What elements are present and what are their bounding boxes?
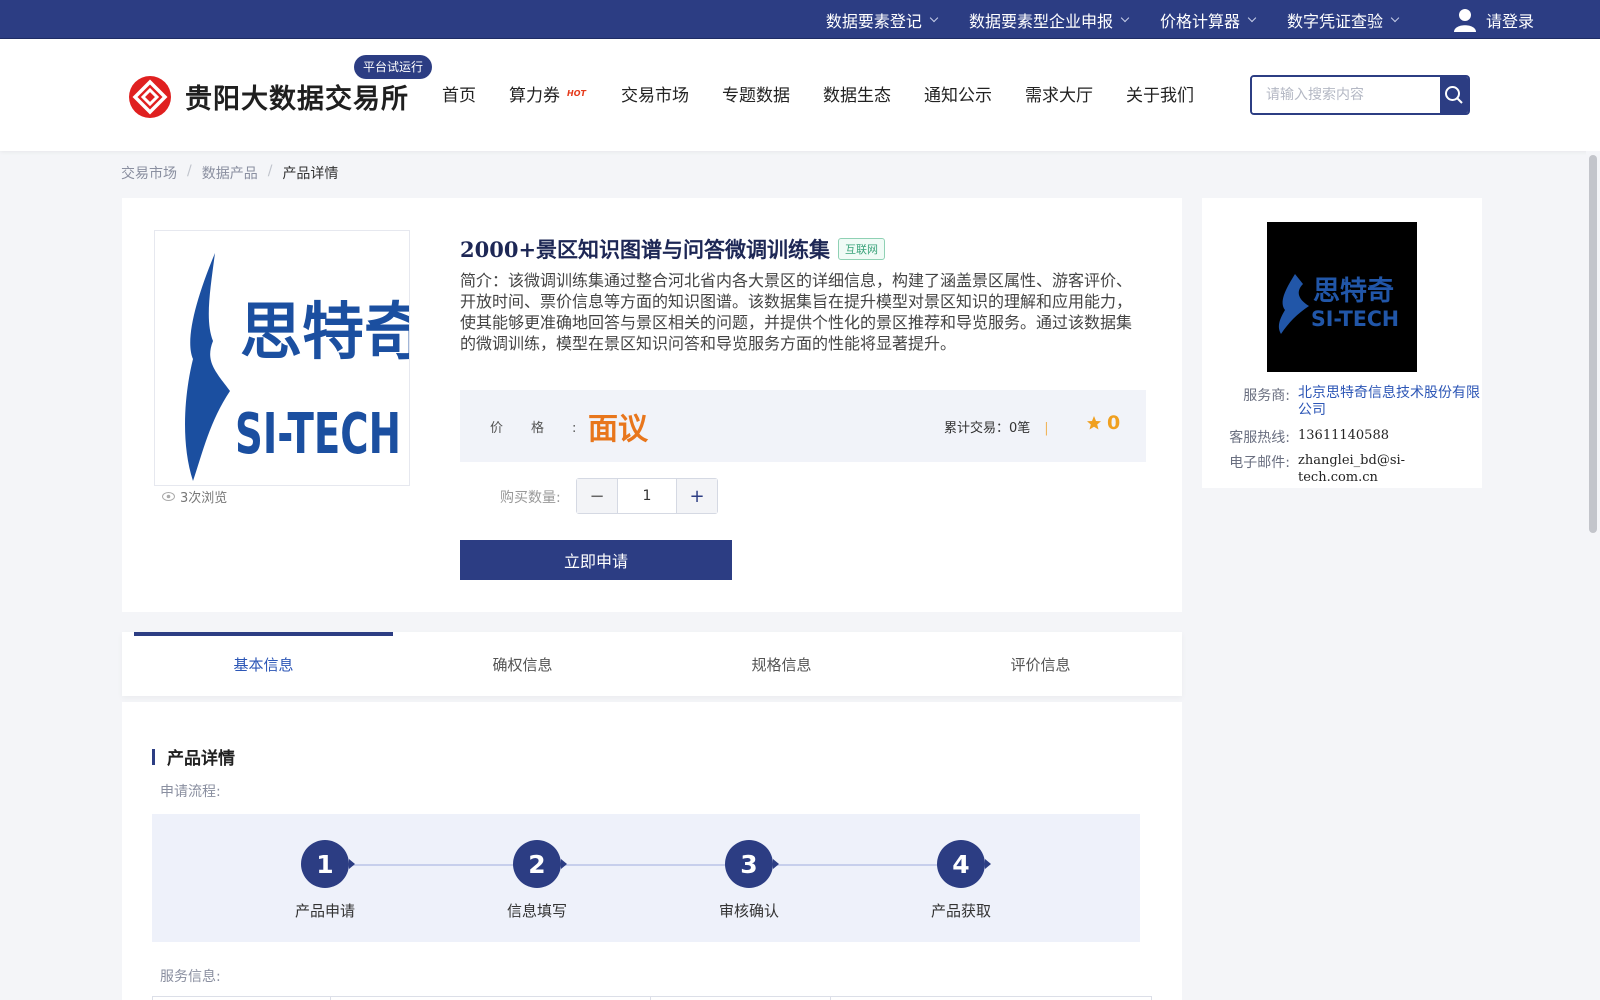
chevron-down-icon	[1120, 13, 1130, 22]
product-details: 产品详情 申请流程: 1 产品申请 2 信息填写 3 审核确认 4 产品获取 服…	[122, 702, 1182, 1000]
top-bar: 数据要素登记 数据要素型企业申报 价格计算器 数字凭证查验 请登录	[0, 0, 1600, 39]
view-count: 3次浏览	[162, 487, 227, 506]
plus-icon: +	[689, 485, 705, 507]
search-icon	[1445, 86, 1463, 104]
star-icon	[1087, 416, 1101, 430]
tab-review-info[interactable]: 评价信息	[911, 632, 1170, 696]
price-box: 价格: 面议 累计交易：0笔 | 0	[460, 390, 1146, 462]
category-tag: 互联网	[838, 238, 886, 260]
nav-compute-voucher[interactable]: 算力券 HOT	[509, 81, 586, 106]
nav-market[interactable]: 交易市场	[621, 81, 689, 106]
steps-connector	[347, 864, 967, 866]
quantity-label: 购买数量:	[500, 490, 561, 506]
product-title: 2000+景区知识图谱与问答微调训练集 互联网	[460, 234, 886, 264]
user-icon	[1453, 8, 1476, 32]
vendor-logo: 思特奇 SI-TECH	[1267, 222, 1417, 372]
exchange-logo-icon[interactable]	[128, 75, 172, 119]
provider-link[interactable]: 北京思特奇信息技术股份有限公司	[1298, 385, 1486, 419]
tab-rights-info[interactable]: 确权信息	[393, 632, 652, 696]
increase-button[interactable]: +	[677, 479, 717, 513]
nav-about[interactable]: 关于我们	[1126, 81, 1194, 106]
hotline-value: 13611140588	[1298, 428, 1389, 443]
minus-icon: −	[589, 485, 605, 507]
step-label: 产品申请	[294, 902, 355, 920]
login-link[interactable]: 请登录	[1453, 8, 1534, 32]
quantity-input[interactable]	[617, 479, 677, 513]
search-input[interactable]	[1252, 77, 1440, 113]
hotline-row: 客服热线: 13611140588	[1229, 428, 1389, 446]
nav-topic-data[interactable]: 专题数据	[722, 81, 790, 106]
svg-text:思特奇: 思特奇	[1313, 276, 1394, 307]
step-label: 审核确认	[718, 902, 779, 920]
product-description: 简介：该微调训练集通过整合河北省内各大景区的详细信息，构建了涵盖景区属性、游客评…	[460, 271, 1133, 353]
main-nav: 首页 算力券 HOT 交易市场 专题数据 数据生态 通知公示 需求大厅 关于我们	[442, 81, 1227, 106]
si-tech-logo-image: 思特奇 SI-TECH	[185, 253, 410, 481]
breadcrumb-separator: /	[187, 163, 192, 179]
vendor-card: 思特奇 SI-TECH 服务商: 北京思特奇信息技术股份有限公司 客服热线: 1…	[1202, 198, 1482, 488]
step-1: 1 产品申请	[265, 840, 385, 921]
step-number: 4	[937, 840, 991, 888]
svg-text:SI-TECH: SI-TECH	[1311, 307, 1399, 331]
nav-demand-hall[interactable]: 需求大厅	[1025, 81, 1093, 106]
topbar-item-certificate-check[interactable]: 数字凭证查验	[1287, 8, 1400, 32]
product-card: 思特奇 SI-TECH 3次浏览 2000+景区知识图谱与问答微调训练集 互联网…	[122, 198, 1182, 612]
chevron-down-icon	[929, 13, 939, 22]
breadcrumb-current: 产品详情	[282, 166, 339, 182]
site-name[interactable]: 贵阳大数据交易所	[185, 77, 409, 116]
process-steps: 1 产品申请 2 信息填写 3 审核确认 4 产品获取	[152, 814, 1140, 942]
service-info-label: 服务信息:	[160, 969, 221, 985]
chevron-down-icon	[1247, 13, 1257, 22]
product-image: 思特奇 SI-TECH	[154, 230, 410, 486]
nav-notices[interactable]: 通知公示	[924, 81, 992, 106]
svg-text:SI-TECH: SI-TECH	[235, 402, 401, 467]
step-number: 2	[513, 840, 567, 888]
rating: 0	[1086, 412, 1120, 434]
page-scrollbar[interactable]	[1586, 151, 1600, 1000]
eye-icon	[162, 492, 175, 501]
breadcrumb: 交易市场 / 数据产品 / 产品详情	[121, 163, 338, 183]
process-label: 申请流程:	[160, 784, 221, 800]
section-title: 产品详情	[152, 744, 235, 769]
deal-count: 累计交易：0笔 |	[944, 421, 1049, 436]
detail-tabs: 基本信息 确权信息 规格信息 评价信息	[122, 632, 1182, 696]
topbar-item-price-calculator[interactable]: 价格计算器	[1160, 8, 1257, 32]
email-row: 电子邮件: zhanglei_bd@si-tech.com.cn	[1220, 452, 1482, 486]
search-box	[1250, 75, 1470, 115]
topbar-item-enterprise-report[interactable]: 数据要素型企业申报	[969, 8, 1130, 32]
svg-text:思特奇: 思特奇	[240, 295, 410, 368]
scrollbar-thumb[interactable]	[1589, 155, 1597, 533]
step-number: 3	[725, 840, 779, 888]
beta-badge: 平台试运行	[354, 55, 433, 79]
step-label: 产品获取	[930, 902, 991, 920]
quantity-stepper: − +	[576, 478, 718, 514]
tab-spec-info[interactable]: 规格信息	[652, 632, 911, 696]
breadcrumb-data-products[interactable]: 数据产品	[202, 163, 258, 183]
step-3: 3 审核确认	[689, 840, 809, 921]
breadcrumb-separator: /	[267, 163, 273, 179]
step-4: 4 产品获取	[901, 840, 1021, 921]
nav-home[interactable]: 首页	[442, 81, 476, 106]
search-button[interactable]	[1440, 77, 1468, 113]
topbar-item-data-registration[interactable]: 数据要素登记	[826, 8, 939, 32]
nav-ecosystem[interactable]: 数据生态	[823, 81, 891, 106]
chevron-down-icon	[1390, 13, 1400, 22]
decrease-button[interactable]: −	[577, 479, 617, 513]
divider: |	[1044, 421, 1049, 436]
step-2: 2 信息填写	[477, 840, 597, 921]
price-value: 面议	[588, 412, 648, 447]
si-tech-vendor-logo: 思特奇 SI-TECH	[1278, 274, 1399, 334]
step-number: 1	[301, 840, 355, 888]
apply-button[interactable]: 立即申请	[460, 540, 732, 580]
hot-badge: HOT	[567, 89, 586, 98]
top-menu: 数据要素登记 数据要素型企业申报 价格计算器 数字凭证查验 请登录	[794, 0, 1534, 39]
email-value: zhanglei_bd@si-tech.com.cn	[1298, 453, 1406, 485]
site-header: 贵阳大数据交易所 平台试运行 首页 算力券 HOT 交易市场 专题数据 数据生态 …	[0, 39, 1600, 151]
tab-basic-info[interactable]: 基本信息	[134, 632, 393, 696]
step-label: 信息填写	[506, 902, 567, 920]
breadcrumb-market[interactable]: 交易市场	[121, 163, 177, 183]
service-info-table	[152, 996, 1152, 1000]
provider-row: 服务商: 北京思特奇信息技术股份有限公司	[1220, 385, 1486, 419]
